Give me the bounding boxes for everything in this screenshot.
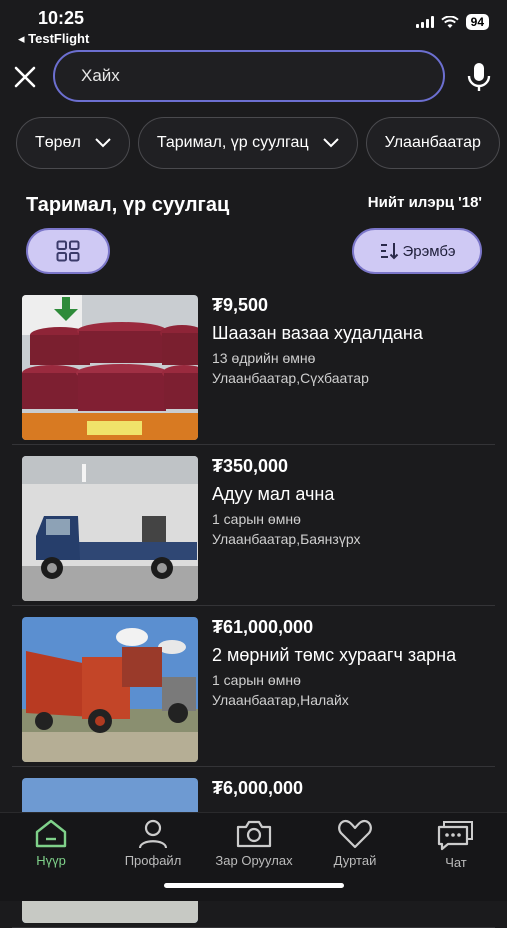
sort-label: Эрэмбэ [402, 242, 456, 260]
user-icon [138, 819, 168, 849]
listing-price: ₮9,500 [212, 295, 269, 315]
back-to-testflight[interactable]: ◂ TestFlight [18, 31, 89, 47]
filter-location-label: Улаанбаатар [384, 134, 481, 151]
list-item[interactable]: ₮61,000,000 2 мөрний төмс хураагч зарна … [12, 606, 495, 767]
status-bar: 10:25 ◂ TestFlight 94 [0, 0, 507, 46]
nav-chat-label: Чат [445, 855, 467, 870]
listing-photo-vases [22, 295, 198, 440]
listing-info: ₮9,500 Шаазан вазаа худалдана 13 өдрийн … [212, 295, 495, 386]
filter-category-label: Таримал, үр суулгац [156, 134, 309, 151]
list-item[interactable]: ₮9,500 Шаазан вазаа худалдана 13 өдрийн … [12, 284, 495, 445]
grid-icon [56, 240, 80, 262]
wifi-icon [440, 15, 459, 28]
chat-icon [437, 821, 473, 851]
nav-favorites[interactable]: Дуртай [310, 819, 400, 868]
listing-location: Улаанбаатар,Налайх [212, 692, 349, 708]
status-time: 10:25 [38, 8, 85, 28]
listing-title: Шаазан вазаа худалдана [212, 323, 423, 343]
sort-icon [380, 243, 398, 260]
listing-time: 1 сарын өмнө [212, 672, 301, 688]
list-item[interactable]: ₮350,000 Адуу мал ачна 1 сарын өмнө Улаа… [12, 445, 495, 606]
listing-price: ₮350,000 [212, 456, 289, 476]
chevron-down-icon [95, 138, 111, 148]
search-input[interactable] [53, 50, 445, 102]
home-icon [35, 819, 67, 848]
result-count: Нийт илэрц '18' [367, 194, 482, 211]
listing-title: Адуу мал ачна [212, 484, 335, 504]
nav-post-ad-label: Зар Оруулах [215, 853, 293, 868]
nav-home-label: Нүүр [36, 853, 66, 868]
nav-profile[interactable]: Профайл [108, 819, 198, 868]
heart-icon [338, 819, 372, 849]
listing-price: ₮61,000,000 [212, 617, 314, 637]
sort-button[interactable]: Эрэмбэ [352, 228, 482, 274]
category-title: Таримал, үр суулгац [26, 194, 230, 216]
camera-icon [236, 820, 272, 848]
close-icon[interactable] [12, 64, 38, 90]
filter-location[interactable]: Улаанбаатар [365, 117, 500, 169]
filter-type[interactable]: Төрөл [16, 117, 130, 169]
nav-post-ad[interactable]: Зар Оруулах [209, 819, 299, 868]
home-indicator[interactable] [164, 883, 344, 888]
listing-title: 2 мөрний төмс хураагч зарна [212, 645, 457, 665]
filter-category[interactable]: Таримал, үр суулгац [137, 117, 358, 169]
nav-chat[interactable]: Чат [411, 819, 501, 870]
nav-profile-label: Профайл [124, 853, 182, 868]
listing-photo-truck [22, 456, 198, 601]
listing-time: 13 өдрийн өмнө [212, 350, 316, 366]
filter-chips: Төрөл Таримал, үр суулгац Улаанбаатар [16, 117, 500, 169]
listing-info: ₮350,000 Адуу мал ачна 1 сарын өмнө Улаа… [212, 456, 495, 547]
grid-view-button[interactable] [26, 228, 110, 274]
microphone-icon[interactable] [466, 62, 492, 92]
listing-photo-harvester [22, 617, 198, 762]
filter-type-label: Төрөл [35, 134, 81, 151]
listing-info: ₮6,000,000 [212, 778, 495, 799]
battery-indicator: 94 [465, 14, 489, 30]
listing-time: 1 сарын өмнө [212, 511, 301, 527]
nav-home[interactable]: Нүүр [6, 819, 96, 868]
nav-favorites-label: Дуртай [333, 853, 377, 868]
listing-location: Улаанбаатар,Баянзүрх [212, 531, 361, 547]
chevron-down-icon [322, 138, 339, 148]
listing-location: Улаанбаатар,Сүхбаатар [212, 370, 369, 386]
listing-info: ₮61,000,000 2 мөрний төмс хураагч зарна … [212, 617, 495, 708]
status-icons: 94 [415, 14, 489, 30]
signal-icon [415, 16, 434, 28]
listing-price: ₮6,000,000 [212, 778, 304, 798]
